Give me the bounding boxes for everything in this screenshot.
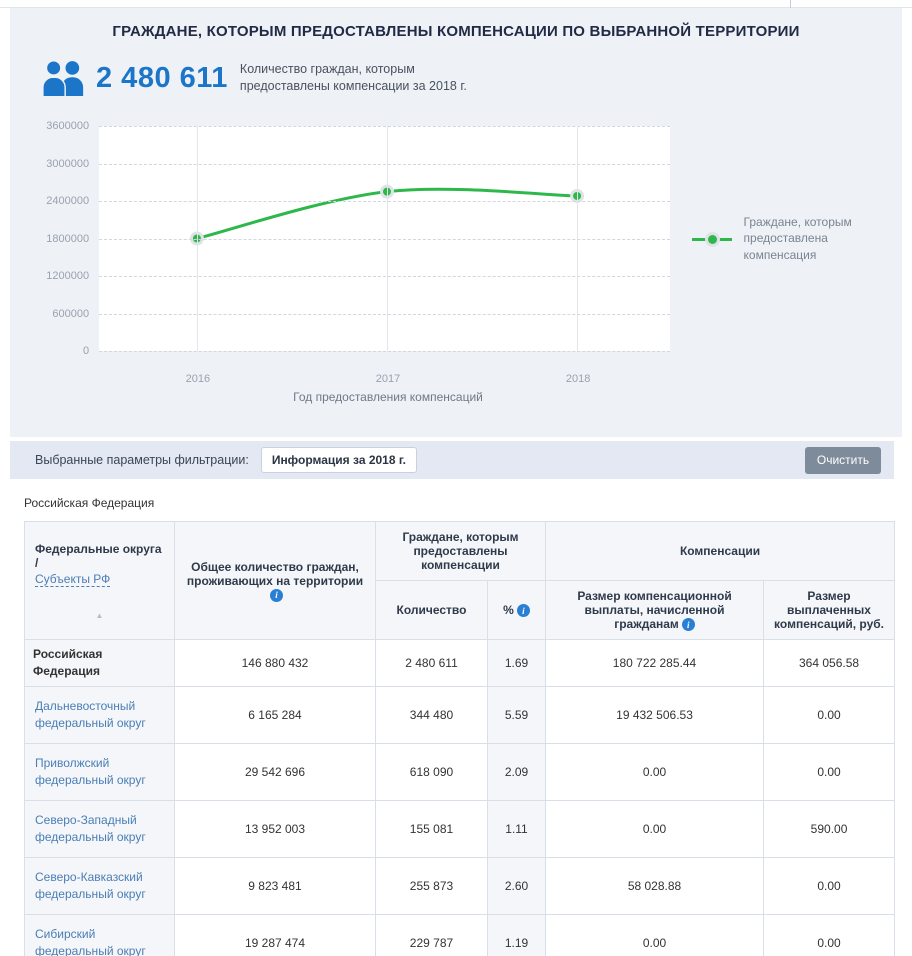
y-axis-tick: 3000000: [46, 158, 89, 170]
legend-line-marker: [692, 232, 732, 246]
cell-paid: 364 056.58: [764, 640, 895, 687]
cell-pct: 2.60: [488, 857, 546, 914]
region-link[interactable]: Сибирский федеральный округ: [35, 927, 146, 956]
chart-legend: Граждане, которым предоставлена компенса…: [692, 126, 902, 351]
cell-accrued: 58 028.88: [546, 857, 764, 914]
column-header-percent: %i: [488, 581, 546, 640]
cell-total: 13 952 003: [175, 800, 376, 857]
table-row: Северо-Западный федеральный округ 13 952 …: [25, 800, 895, 857]
region-link[interactable]: Северо-Кавказский федеральный округ: [35, 870, 146, 901]
top-strip: [0, 0, 912, 8]
cell-accrued: 19 432 506.53: [546, 686, 764, 743]
region-link[interactable]: Дальневосточный федеральный округ: [35, 699, 146, 730]
y-axis-tick: 3600000: [46, 120, 89, 132]
line-chart: 0600000120000018000002400000300000036000…: [10, 126, 902, 351]
y-axis-tick: 1800000: [46, 233, 89, 245]
column-header-territory: Федеральные округа / Субъекты РФ ▲: [25, 522, 175, 640]
cell-qty: 344 480: [376, 686, 488, 743]
stat-label: Количество граждан, которым предоставлен…: [240, 61, 467, 95]
table-row: Приволжский федеральный округ 29 542 6966…: [25, 743, 895, 800]
cell-qty: 618 090: [376, 743, 488, 800]
gridline: [99, 276, 669, 277]
column-group-compensations: Компенсации: [546, 522, 895, 581]
region-link[interactable]: Северо-Западный федеральный округ: [35, 813, 146, 844]
table-row: Дальневосточный федеральный округ 6 165 2…: [25, 686, 895, 743]
page-title: ГРАЖДАНЕ, КОТОРЫМ ПРЕДОСТАВЛЕНЫ КОМПЕНСА…: [10, 23, 902, 40]
cell-pct: 1.11: [488, 800, 546, 857]
column-header-paid: Размер выплаченных компенсаций, руб.: [764, 581, 895, 640]
gridline: [577, 126, 578, 351]
cell-paid: 0.00: [764, 686, 895, 743]
cell-paid: 0.00: [764, 857, 895, 914]
cell-pct: 1.69: [488, 640, 546, 687]
chart-y-axis: 0600000120000018000002400000300000036000…: [10, 126, 99, 351]
gridline: [99, 351, 669, 352]
info-icon[interactable]: i: [517, 604, 530, 617]
legend-label: Граждане, которым предоставлена компенса…: [744, 214, 902, 263]
citizens-icon: [40, 60, 86, 96]
x-axis-tick: 2017: [376, 373, 400, 385]
cell-accrued: 180 722 285.44: [546, 640, 764, 687]
cell-pct: 1.19: [488, 914, 546, 956]
gridline: [99, 164, 669, 165]
sort-asc-icon[interactable]: ▲: [96, 611, 104, 620]
column-header-quantity: Количество: [376, 581, 488, 640]
region-link[interactable]: Приволжский федеральный округ: [35, 756, 146, 787]
chart-x-axis: 2016 2017 2018: [100, 373, 676, 389]
x-axis-tick: 2018: [566, 373, 590, 385]
gridline: [99, 126, 669, 127]
cell-qty: 255 873: [376, 857, 488, 914]
cell-paid: 590.00: [764, 800, 895, 857]
info-icon[interactable]: i: [682, 618, 695, 631]
column-group-compensated-citizens: Граждане, которым предоставлены компенса…: [376, 522, 546, 581]
chart-card: ГРАЖДАНЕ, КОТОРЫМ ПРЕДОСТАВЛЕНЫ КОМПЕНСА…: [10, 8, 902, 437]
cell-pct: 2.09: [488, 743, 546, 800]
table-row: Северо-Кавказский федеральный округ 9 823…: [25, 857, 895, 914]
column-header-total-citizens: Общее количество граждан, проживающих на…: [175, 522, 376, 640]
filter-bar: Выбранные параметры фильтрации: Информац…: [10, 441, 894, 479]
filter-chip[interactable]: Информация за 2018 г.: [261, 447, 417, 473]
info-icon[interactable]: i: [270, 589, 283, 602]
current-territory-name: Российская Федерация: [33, 647, 102, 678]
cell-paid: 0.00: [764, 743, 895, 800]
cell-total: 6 165 284: [175, 686, 376, 743]
stat-row: 2 480 611 Количество граждан, которым пр…: [40, 60, 902, 96]
cell-paid: 0.00: [764, 914, 895, 956]
cell-pct: 5.59: [488, 686, 546, 743]
y-axis-tick: 600000: [52, 308, 89, 320]
regions-table: Федеральные округа / Субъекты РФ ▲ Общее…: [24, 521, 895, 956]
table-row: Сибирский федеральный округ 19 287 474229…: [25, 914, 895, 956]
x-axis-tick: 2016: [186, 373, 210, 385]
chart-plot-area: [99, 126, 669, 351]
cell-accrued: 0.00: [546, 743, 764, 800]
clear-filters-button[interactable]: Очистить: [805, 447, 881, 474]
gridline: [99, 239, 669, 240]
subjects-rf-link[interactable]: Субъекты РФ: [35, 572, 110, 587]
gridline: [99, 314, 669, 315]
gridline: [387, 126, 388, 351]
y-axis-tick: 1200000: [46, 270, 89, 282]
cell-qty: 229 787: [376, 914, 488, 956]
stat-value: 2 480 611: [96, 62, 228, 95]
cell-total: 29 542 696: [175, 743, 376, 800]
filter-label: Выбранные параметры фильтрации:: [35, 453, 249, 467]
breadcrumb: Российская Федерация: [24, 496, 912, 510]
gridline: [99, 201, 669, 202]
cell-total: 146 880 432: [175, 640, 376, 687]
gridline: [197, 126, 198, 351]
cell-total: 9 823 481: [175, 857, 376, 914]
y-axis-tick: 2400000: [46, 195, 89, 207]
cell-accrued: 0.00: [546, 800, 764, 857]
table-row: Российская Федерация 146 880 4322 480 611…: [25, 640, 895, 687]
top-divider: [790, 0, 791, 8]
x-axis-title: Год предоставления компенсаций: [100, 390, 676, 404]
cell-qty: 155 081: [376, 800, 488, 857]
y-axis-tick: 0: [83, 345, 89, 357]
cell-total: 19 287 474: [175, 914, 376, 956]
column-header-accrued: Размер компенсационной выплаты, начислен…: [546, 581, 764, 640]
cell-qty: 2 480 611: [376, 640, 488, 687]
cell-accrued: 0.00: [546, 914, 764, 956]
